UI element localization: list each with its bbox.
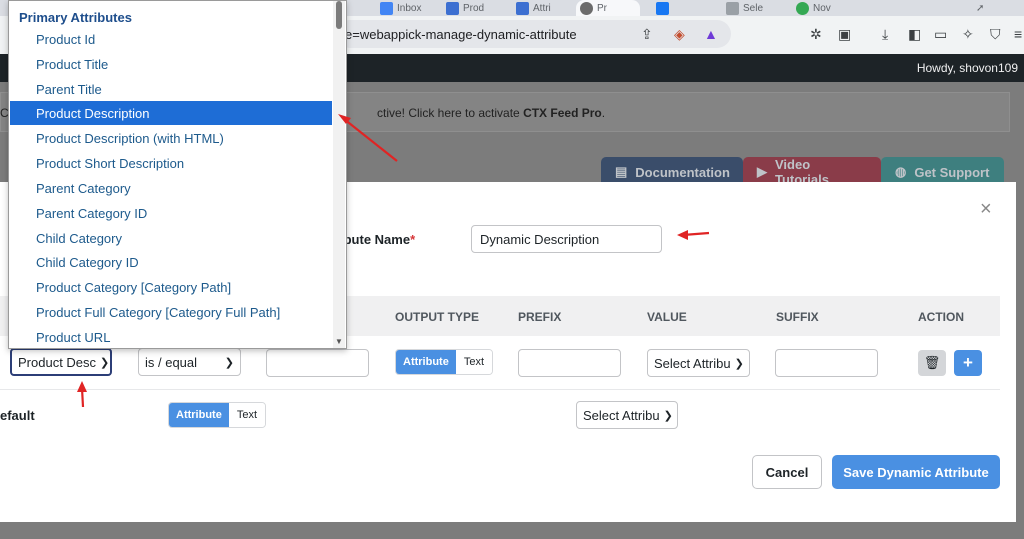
annotation-arrows <box>77 114 710 408</box>
arrow-to-highlighted-option <box>338 114 398 162</box>
arrow-to-attribute-select <box>77 381 87 408</box>
arrow-to-name-input <box>677 230 710 240</box>
